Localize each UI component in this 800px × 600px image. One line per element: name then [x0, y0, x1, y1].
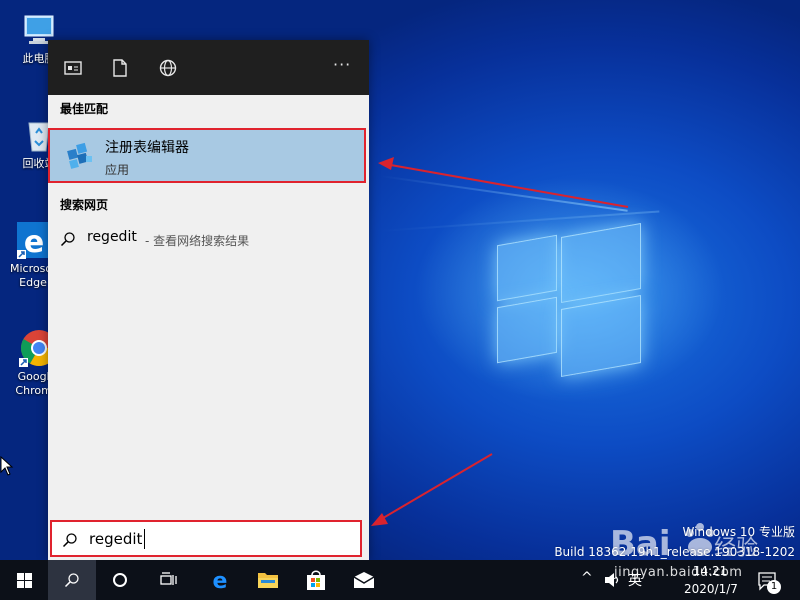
- search-button[interactable]: [48, 560, 96, 600]
- annotation-arrows: [371, 157, 629, 526]
- edge-icon: e: [213, 569, 228, 592]
- task-view-button[interactable]: [144, 560, 192, 600]
- notification-badge: 1: [767, 580, 781, 594]
- start-icon: [17, 573, 32, 588]
- taskbar: e ^ 英 14:21 2020/1/7 1 jingyan.baidu.com: [0, 560, 800, 600]
- taskbar-edge-button[interactable]: e: [196, 560, 244, 600]
- watermark-url: jingyan.baidu.com: [614, 565, 743, 580]
- mail-icon: [353, 572, 375, 588]
- show-hidden-icons-chevron[interactable]: ^: [581, 570, 593, 586]
- search-icon: [64, 573, 79, 588]
- action-center-button[interactable]: 1: [757, 570, 781, 596]
- task-view-icon: [160, 572, 177, 585]
- store-icon: [307, 570, 325, 590]
- taskbar-file-explorer-button[interactable]: [244, 560, 292, 600]
- cortana-button[interactable]: [96, 560, 144, 600]
- svg-text:e: e: [213, 569, 228, 592]
- taskbar-store-button[interactable]: [292, 560, 340, 600]
- taskbar-mail-button[interactable]: [340, 560, 388, 600]
- start-button[interactable]: [0, 560, 48, 600]
- clock-date: 2020/1/7: [684, 582, 738, 596]
- file-explorer-icon: [258, 573, 278, 588]
- cortana-icon: [113, 573, 127, 587]
